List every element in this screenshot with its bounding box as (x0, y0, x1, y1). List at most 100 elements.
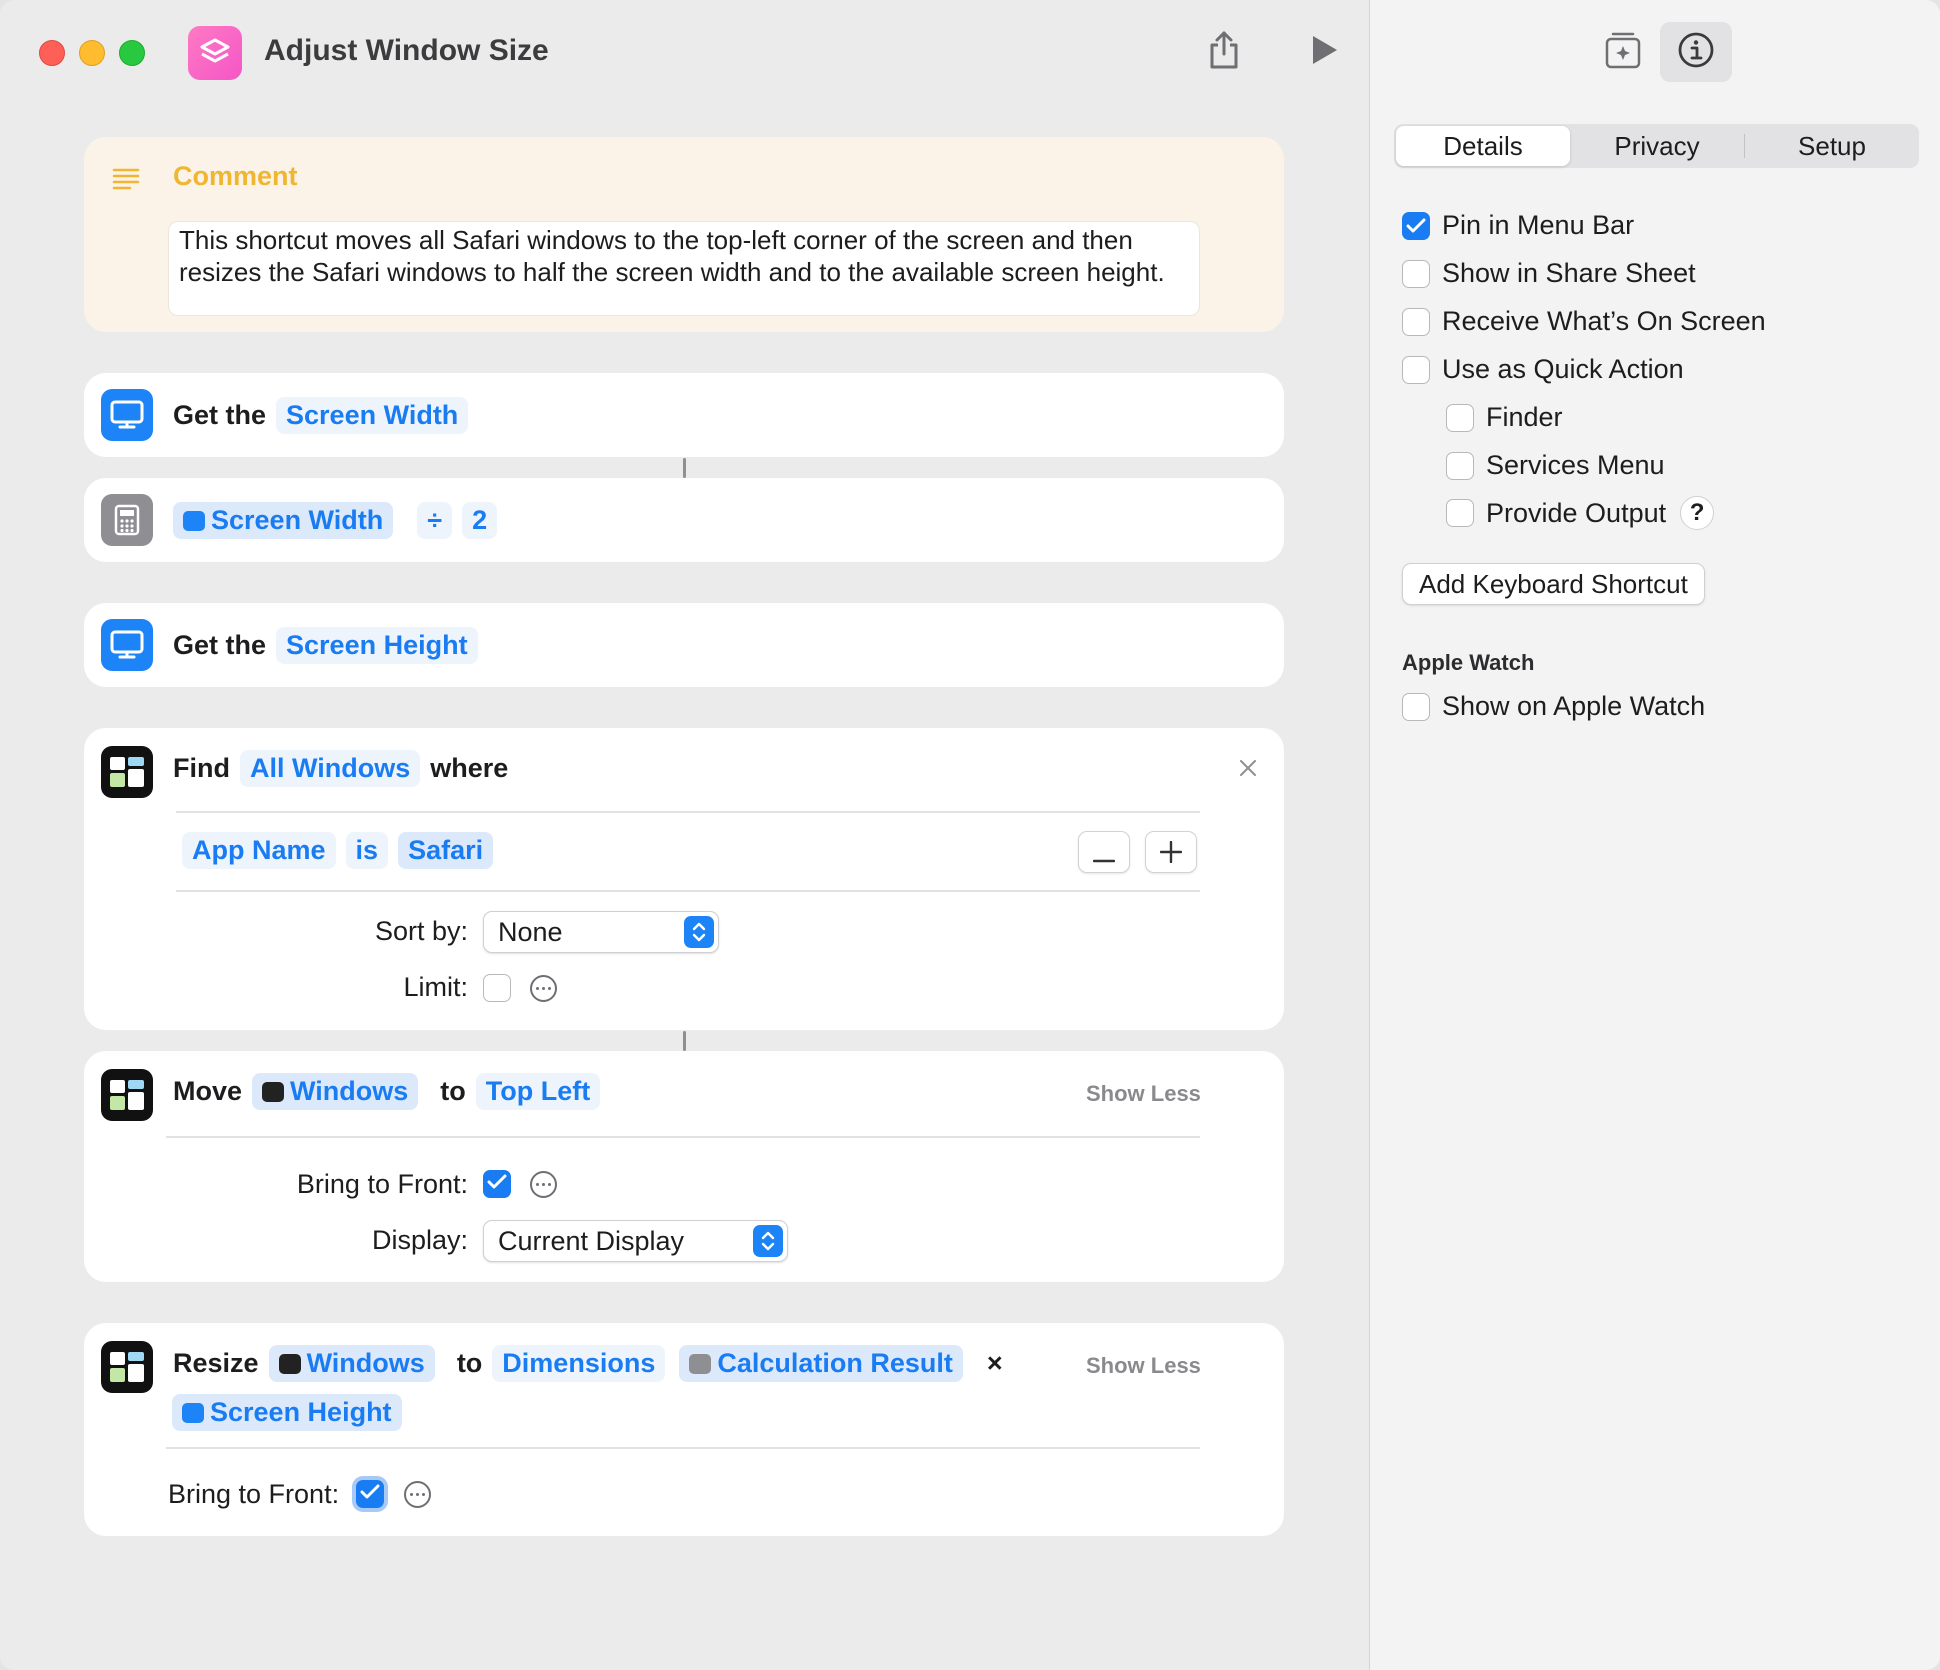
action-library-button[interactable] (1595, 24, 1651, 80)
bring-to-front-label: Bring to Front: (168, 1479, 340, 1509)
get-the-label: Get the (173, 400, 267, 430)
operator-selector[interactable]: ÷ (417, 502, 453, 539)
run-button[interactable] (1296, 24, 1352, 80)
filter-divider (176, 890, 1200, 892)
action-connector (683, 458, 686, 478)
filter-field[interactable]: App Name (182, 832, 336, 869)
option-receive-whats-on-screen[interactable]: Receive What’s On Screen (1402, 306, 1766, 337)
checkbox[interactable] (1446, 499, 1474, 527)
checkbox[interactable] (1446, 451, 1474, 480)
limit-checkbox[interactable] (483, 974, 511, 1002)
display-icon (182, 1402, 204, 1423)
option-show-in-share-sheet[interactable]: Show in Share Sheet (1402, 258, 1696, 289)
chevron-updown-icon (684, 916, 714, 948)
checkbox[interactable] (1402, 210, 1430, 241)
plus-icon (1159, 834, 1183, 871)
add-filter-button[interactable] (1145, 831, 1197, 873)
filter-value[interactable]: Safari (398, 832, 494, 869)
add-keyboard-shortcut-button[interactable]: Add Keyboard Shortcut (1402, 563, 1705, 605)
display-select[interactable]: Current Display (483, 1220, 788, 1262)
where-label: where (430, 753, 509, 783)
screen-width-param[interactable]: Screen Width (276, 397, 469, 434)
resize-mode-param[interactable]: Dimensions (492, 1345, 666, 1382)
calculate-action[interactable]: Screen Width ÷ 2 (84, 478, 1284, 562)
sort-by-label: Sort by: (374, 916, 468, 946)
bring-to-front-checkbox[interactable] (483, 1170, 511, 1198)
checkbox[interactable] (1402, 355, 1430, 384)
windows-variable[interactable]: Windows (252, 1073, 419, 1110)
close-window-button[interactable] (39, 40, 65, 66)
shortcut-app-icon[interactable] (188, 26, 242, 80)
option-label: Pin in Menu Bar (1442, 210, 1635, 240)
option-use-as-quick-action[interactable]: Use as Quick Action (1402, 354, 1684, 385)
windows-icon (101, 1069, 153, 1121)
screen-width-variable[interactable]: Screen Width (173, 502, 394, 539)
chevron-updown-icon (753, 1225, 783, 1257)
operand-field[interactable]: 2 (462, 502, 498, 539)
move-label: Move (173, 1076, 243, 1106)
window-title[interactable]: Adjust Window Size (264, 34, 549, 68)
option-show-on-apple-watch[interactable]: Show on Apple Watch (1402, 691, 1705, 722)
checkbox[interactable] (1446, 403, 1474, 432)
checkbox[interactable] (1402, 692, 1430, 721)
zoom-window-button[interactable] (119, 40, 145, 66)
all-windows-param[interactable]: All Windows (239, 750, 421, 787)
find-windows-action[interactable]: Find All Windows where App Name is Safar… (84, 728, 1284, 1030)
comment-action[interactable]: Comment This shortcut moves all Safari w… (84, 137, 1284, 332)
title-bar: Adjust Window Size (0, 0, 1369, 104)
screen-height-param[interactable]: Screen Height (276, 627, 478, 664)
windows-variable[interactable]: Windows (268, 1345, 435, 1382)
params-divider (166, 1447, 1200, 1449)
option-label: Show on Apple Watch (1442, 691, 1706, 721)
comment-text-field[interactable]: This shortcut moves all Safari windows t… (168, 221, 1200, 316)
more-options-icon[interactable] (404, 1481, 431, 1508)
show-less-button[interactable]: Show Less (1086, 1081, 1201, 1107)
windows-icon (101, 1341, 153, 1393)
checkmark-icon (360, 1484, 380, 1505)
calculation-result-variable[interactable]: Calculation Result (679, 1345, 963, 1382)
windows-icon (278, 1353, 301, 1374)
inspector-tabs: Details Privacy Setup (1394, 124, 1919, 168)
tab-privacy[interactable]: Privacy (1570, 126, 1744, 166)
remove-action-icon[interactable] (1238, 758, 1258, 783)
option-provide-output[interactable]: Provide Output ? (1446, 496, 1715, 530)
help-button[interactable]: ? (1680, 496, 1715, 530)
tab-setup[interactable]: Setup (1745, 126, 1919, 166)
option-finder[interactable]: Finder (1446, 402, 1563, 433)
checkbox[interactable] (1402, 307, 1430, 336)
share-button[interactable] (1196, 24, 1252, 80)
option-services-menu[interactable]: Services Menu (1446, 450, 1665, 481)
move-windows-action[interactable]: Move Windows to Top Left Show Less Bring… (84, 1051, 1284, 1282)
params-divider (166, 1136, 1200, 1138)
comment-heading: Comment (173, 161, 298, 191)
to-label: to (456, 1348, 483, 1378)
details-info-button[interactable] (1660, 22, 1732, 82)
remove-filter-button[interactable] (1078, 831, 1130, 873)
checkbox[interactable] (1402, 259, 1430, 288)
display-icon (183, 510, 205, 531)
show-less-button[interactable]: Show Less (1086, 1353, 1201, 1379)
option-label: Finder (1486, 402, 1563, 432)
bring-to-front-checkbox[interactable] (356, 1480, 384, 1508)
resize-windows-action[interactable]: Resize Windows to Dimensions Calculation… (84, 1323, 1284, 1536)
position-param[interactable]: Top Left (475, 1073, 601, 1110)
option-label: Show in Share Sheet (1442, 258, 1696, 288)
option-label: Services Menu (1486, 450, 1665, 480)
windows-icon (262, 1081, 285, 1102)
option-pin-in-menu-bar[interactable]: Pin in Menu Bar (1402, 210, 1634, 241)
more-options-icon[interactable] (530, 1171, 557, 1198)
apple-watch-heading: Apple Watch (1402, 650, 1535, 675)
more-options-icon[interactable] (530, 975, 557, 1002)
checkmark-icon (1406, 210, 1426, 241)
filter-operator[interactable]: is (345, 832, 389, 869)
windows-icon (101, 746, 153, 798)
display-icon (101, 619, 153, 671)
screen-height-variable[interactable]: Screen Height (172, 1394, 402, 1431)
option-label: Provide Output (1486, 497, 1667, 528)
minimize-window-button[interactable] (79, 40, 105, 66)
to-label: to (440, 1076, 466, 1106)
sort-by-select[interactable]: None (483, 911, 719, 953)
tab-details[interactable]: Details (1396, 126, 1570, 166)
get-screen-height-action[interactable]: Get the Screen Height (84, 603, 1284, 687)
get-screen-width-action[interactable]: Get the Screen Width (84, 373, 1284, 457)
